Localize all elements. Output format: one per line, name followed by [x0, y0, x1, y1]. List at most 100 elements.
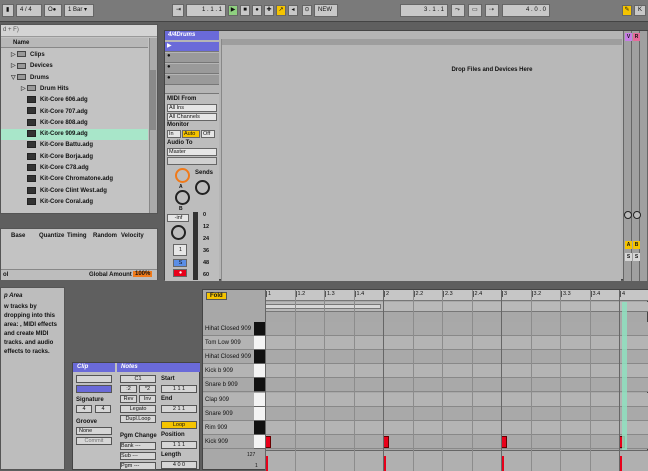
note-row[interactable]: Kick b 909: [203, 364, 648, 379]
return-b-button[interactable]: B: [633, 241, 640, 249]
send-c-knob[interactable]: [175, 190, 190, 205]
back-to-arrangement-icon[interactable]: ◂: [288, 5, 298, 16]
clip-tab[interactable]: Clip: [73, 363, 115, 372]
browser-item[interactable]: Kit-Core Clint West.adg: [1, 186, 148, 197]
piano-key[interactable]: [254, 364, 265, 379]
metronome-button[interactable]: O●: [44, 4, 62, 17]
note-row[interactable]: Snare 909: [203, 406, 648, 421]
return-a-solo[interactable]: S: [625, 253, 632, 261]
follow-button[interactable]: ⇥: [172, 4, 184, 17]
start-value[interactable]: 1 1 1: [161, 385, 197, 393]
punch-out-icon[interactable]: ⇢: [485, 4, 499, 17]
clip-stop-icon[interactable]: ●: [165, 75, 171, 81]
draw-mode-icon[interactable]: ✎: [622, 5, 632, 16]
browser-item[interactable]: Kit-Core 707.adg: [1, 107, 148, 118]
browser-item[interactable]: Kit-Core C78.adg: [1, 163, 148, 174]
global-amount-value[interactable]: 100%: [133, 271, 153, 277]
timeline-ruler[interactable]: 1 1.2 1.3 1.4 2 2.2 2.3 2.4 3 3.2 3.3 3.4 4: [265, 290, 648, 301]
audio-to-select[interactable]: Master: [167, 148, 217, 156]
reverse-button[interactable]: Rev: [120, 395, 137, 403]
piano-key[interactable]: [254, 406, 265, 421]
loop-brace[interactable]: [265, 302, 648, 312]
note-row[interactable]: Tom Low 909: [203, 336, 648, 351]
piano-key[interactable]: [254, 392, 265, 407]
signature-denominator[interactable]: 4: [95, 405, 111, 413]
browser-item[interactable]: Kit-Core 909.adg: [1, 129, 148, 141]
automation-arm-icon[interactable]: ↗: [276, 5, 286, 16]
browser-scroll-thumb[interactable]: [150, 70, 156, 130]
stop-icon[interactable]: ■: [240, 5, 250, 16]
punch-icon[interactable]: ⊙: [302, 5, 312, 16]
pan-knob[interactable]: [171, 225, 186, 240]
end-value[interactable]: 2 1 1: [161, 405, 197, 413]
loop-region[interactable]: [265, 304, 381, 309]
monitor-in[interactable]: In: [167, 130, 181, 138]
velocity-bar[interactable]: [384, 456, 386, 471]
clip-slot[interactable]: ●: [165, 75, 219, 85]
length-value[interactable]: 4 0 0: [161, 461, 197, 469]
fold-button[interactable]: Fold: [206, 292, 227, 300]
browser-item[interactable]: ▷ Drum Hits: [1, 84, 148, 95]
loop-switch-icon[interactable]: ⤳: [451, 4, 465, 17]
midi-channel-select[interactable]: All Channels: [167, 113, 217, 121]
loop-length[interactable]: 4 . 0 . 0: [502, 4, 550, 17]
launch-quantize[interactable]: 1 Bar ▾: [64, 4, 94, 17]
browser-item[interactable]: Kit-Core Battu.adg: [1, 140, 148, 151]
solo-button[interactable]: S: [173, 259, 187, 267]
velocity-bar[interactable]: [502, 456, 504, 471]
global-quantize[interactable]: 4 / 4: [16, 4, 42, 17]
clip-slot[interactable]: ●: [165, 53, 219, 63]
clip-stop-icon[interactable]: ●: [165, 64, 171, 70]
half-tempo-button[interactable]: :2: [120, 385, 137, 393]
velocity-lane[interactable]: 127 1: [247, 450, 648, 471]
drop-zone[interactable]: Drop Files and Devices Here: [221, 39, 622, 281]
commit-button[interactable]: Commit: [76, 437, 112, 445]
new-button[interactable]: NEW: [314, 4, 338, 17]
piano-key[interactable]: [254, 336, 265, 351]
piano-key[interactable]: [254, 350, 265, 365]
browser-search[interactable]: d + F): [1, 25, 157, 37]
piano-key[interactable]: [254, 420, 265, 435]
clip-stop-icon[interactable]: ●: [165, 53, 171, 59]
return-b-pan-knob[interactable]: [633, 211, 641, 219]
loop-button[interactable]: Loop: [161, 421, 197, 429]
clip-slot[interactable]: ●: [165, 64, 219, 74]
key-map-icon[interactable]: K: [634, 5, 646, 16]
overdub-icon[interactable]: ✚: [264, 5, 274, 16]
volume-value[interactable]: -inf: [167, 214, 189, 222]
arm-button[interactable]: ●: [173, 269, 187, 277]
browser-item[interactable]: ▽ Drums: [1, 73, 148, 84]
bank-field[interactable]: Bank ---: [120, 442, 156, 450]
legato-button[interactable]: Legato: [120, 405, 156, 413]
signature-numerator[interactable]: 4: [76, 405, 92, 413]
groove-select[interactable]: None: [76, 427, 112, 435]
clip-color-field[interactable]: [76, 385, 112, 393]
send-a-knob[interactable]: [175, 168, 190, 183]
piano-key[interactable]: [254, 378, 265, 393]
velocity-bar[interactable]: [266, 456, 268, 471]
record-icon[interactable]: ●: [252, 5, 262, 16]
sub-field[interactable]: Sub ---: [120, 452, 156, 460]
arrangement-position[interactable]: 1 . 1 . 1: [186, 4, 226, 17]
note-row[interactable]: Clap 909: [203, 392, 648, 407]
return-a-pan-knob[interactable]: [624, 211, 632, 219]
play-icon[interactable]: ▶: [228, 5, 238, 16]
duplicate-loop-button[interactable]: Dupl.Loop: [120, 415, 156, 423]
invert-button[interactable]: Inv: [139, 395, 156, 403]
clip-play-icon[interactable]: ▶: [165, 43, 172, 49]
notes-tab[interactable]: Notes: [117, 363, 200, 372]
note-row[interactable]: Hihat Closed 909: [203, 350, 648, 365]
browser-item[interactable]: Kit-Core Borja.adg: [1, 152, 148, 163]
return-a-button[interactable]: A: [625, 241, 632, 249]
note-row[interactable]: Kick 909: [203, 434, 648, 449]
position-value[interactable]: 1 1 1: [161, 441, 197, 449]
track-title[interactable]: 4/4Drums: [165, 31, 219, 40]
return-b-solo[interactable]: S: [633, 253, 640, 261]
audio-to-sub-select[interactable]: [167, 157, 217, 165]
browser-item[interactable]: Kit-Core 808.adg: [1, 118, 148, 129]
browser-item[interactable]: Kit-Core Chromatone.adg: [1, 174, 148, 185]
return-label-v[interactable]: V: [625, 33, 632, 41]
piano-key[interactable]: [254, 322, 265, 336]
browser-item[interactable]: Kit-Core Coral.adg: [1, 197, 148, 208]
velocity-bar[interactable]: [620, 456, 622, 471]
